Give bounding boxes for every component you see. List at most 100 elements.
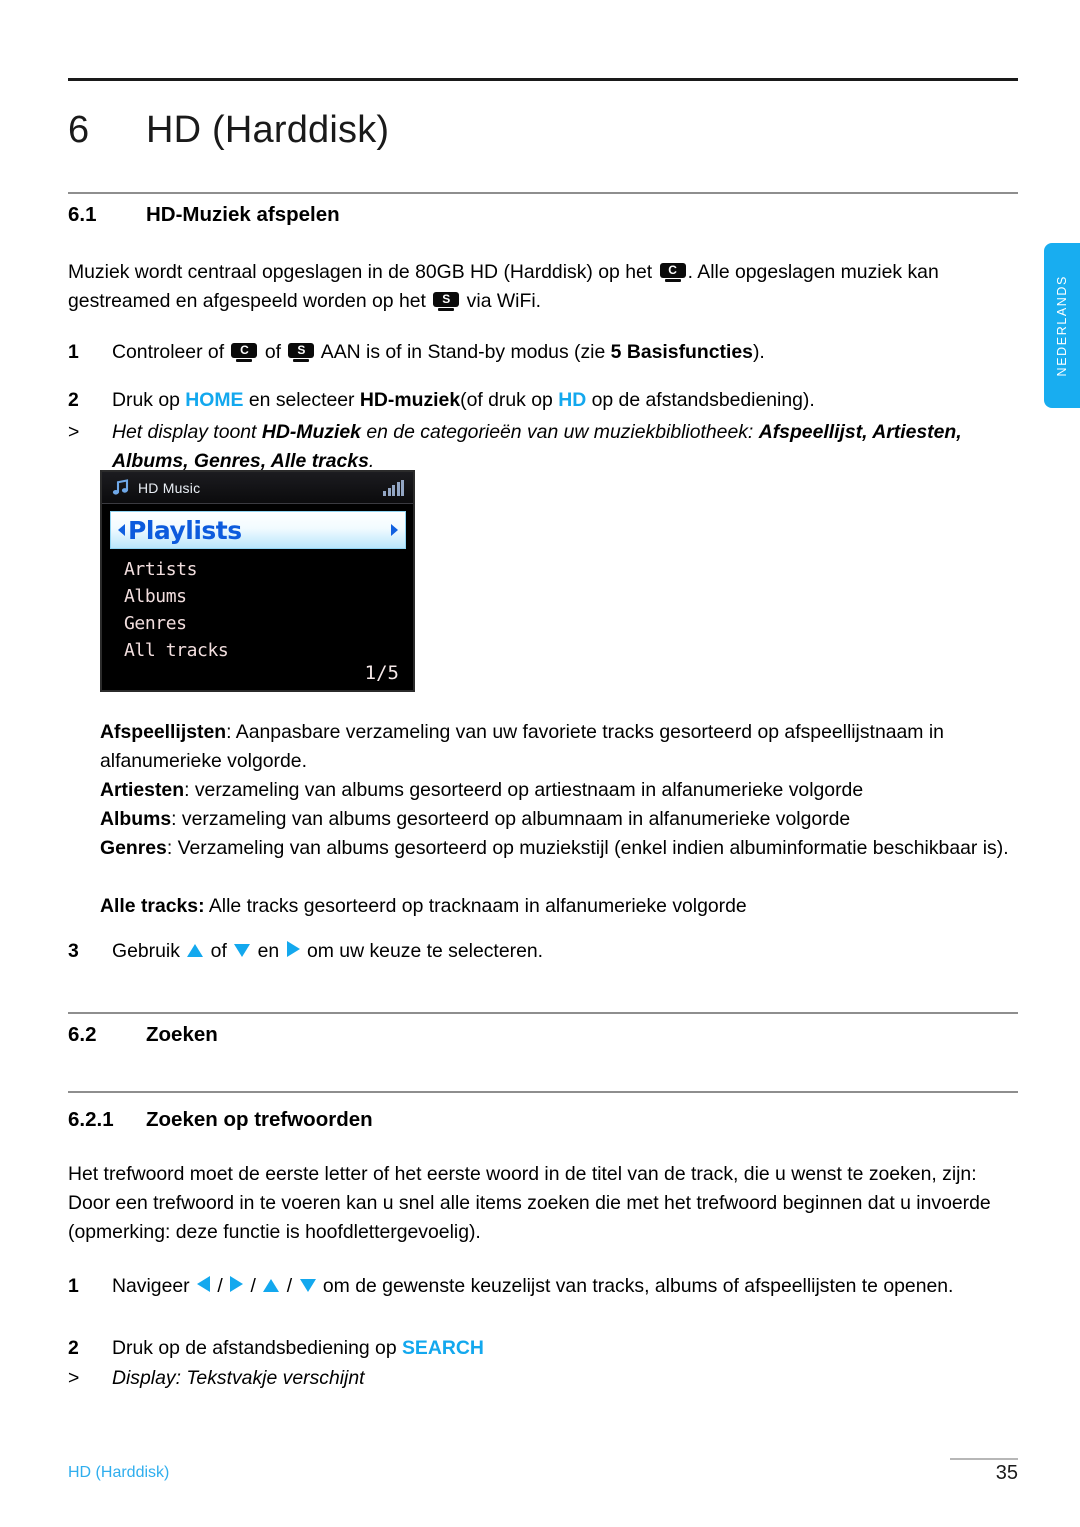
device-list: Artists Albums Genres All tracks (124, 556, 394, 664)
chevron-right-icon (391, 524, 398, 536)
note-1-text-a: Het display toont (112, 421, 262, 443)
step-2-marker: 2 (68, 389, 79, 411)
search-step-1-body: Navigeer / / / om de gewenste keuzelijst… (112, 1272, 1018, 1301)
section-heading-61: 6.1 HD-Muziek afspelen (68, 203, 1018, 227)
search-step-1: 1 Navigeer / / / om de gewenste keuzelij… (68, 1272, 1018, 1301)
search-step-2: 2 Druk op de afstandsbediening op SEARCH (68, 1334, 1018, 1363)
step-3-marker: 3 (68, 940, 79, 962)
arrow-up-icon (263, 1279, 280, 1292)
definition-artiesten: Artiesten: verzameling van albums gesort… (100, 776, 1018, 805)
chapter-number: 6 (68, 108, 90, 151)
step-3-text-c: en (252, 940, 285, 962)
search-step-1-marker: 1 (68, 1275, 79, 1297)
definition-sep: : (226, 721, 236, 743)
badge-stand (236, 359, 253, 362)
definition-term: Artiesten (100, 779, 185, 801)
note-1: > Het display toont HD-Muziek en de cate… (68, 418, 1018, 476)
step-2-text-d: op de afstandsbediening). (586, 389, 815, 411)
section-heading-621: 6.2.1 Zoeken op trefwoorden (68, 1108, 1018, 1132)
badge-stand (438, 308, 455, 311)
note-2-text: Display: Tekstvakje verschijnt (112, 1367, 365, 1389)
definition-line: Genres: Verzameling van albums gesorteer… (100, 834, 1018, 863)
language-tab-nederlands[interactable]: NEDERLANDS (1044, 243, 1080, 408)
list-item[interactable]: Genres (124, 610, 394, 637)
chapter-title: HD (Harddisk) (146, 108, 390, 151)
badge-stand (293, 359, 310, 362)
section-rule-61 (68, 192, 1018, 194)
definition-alle-tracks: Alle tracks: Alle tracks gesorteerd op t… (100, 892, 1018, 921)
step-2-text-a: Druk op (112, 389, 186, 411)
section-heading-62: 6.2 Zoeken (68, 1023, 1018, 1047)
definition-term: Afspeellijsten (100, 721, 227, 743)
definition-albums: Albums: verzameling van albums gesorteer… (100, 805, 1018, 834)
search-step-2-text-a: Druk op de afstandsbediening op (112, 1337, 402, 1359)
note-1-body: Het display toont HD-Muziek en de catego… (112, 418, 1018, 476)
step-3-text-a: Gebruik (112, 940, 186, 962)
device-selected-row[interactable]: Playlists (110, 511, 406, 549)
step-1-body: Controleer of C of S AAN is of in Stand-… (112, 338, 1018, 367)
device-screen-image: HD Music Playlists Artists Albums Genres… (100, 470, 415, 692)
center-badge-letter: C (659, 263, 686, 278)
arrow-right-icon (230, 1276, 244, 1292)
definition-genres: Genres: Verzameling van albums gesorteer… (100, 834, 1018, 863)
intro-text-c: via WiFi. (461, 290, 542, 312)
chevron-left-icon (118, 524, 125, 536)
sep-2: / (245, 1275, 262, 1297)
step-1-text-a: Controleer of (112, 341, 230, 363)
step-1-bold: 5 Basisfuncties (610, 341, 753, 363)
note-1-marker: > (68, 421, 80, 443)
note-2-body: Display: Tekstvakje verschijnt (112, 1364, 1018, 1393)
hd-key-label: HD (558, 389, 587, 411)
definition-sep: : (171, 808, 182, 830)
step-3-text-d: om uw keuze te selecteren. (301, 940, 544, 962)
section-rule-62 (68, 1012, 1018, 1014)
arrow-down-icon (299, 1279, 316, 1292)
note-1-text-c: . (368, 450, 375, 472)
arrow-left-icon (197, 1276, 210, 1292)
definition-desc: verzameling van albums gesorteerd op alb… (181, 808, 851, 830)
music-note-icon (111, 478, 130, 497)
note-2-marker: > (68, 1367, 80, 1389)
footer-page-number: 35 (995, 1462, 1018, 1484)
section-number-621: 6.2.1 (68, 1108, 114, 1131)
manual-page: 6 HD (Harddisk) 6.1 HD-Muziek afspelen M… (0, 0, 1080, 1527)
badge-stand (664, 279, 681, 282)
section-number-62: 6.2 (68, 1023, 97, 1046)
home-key-label: HOME (185, 389, 244, 411)
note-2: > Display: Tekstvakje verschijnt (68, 1364, 1018, 1393)
definition-desc: Alle tracks gesorteerd op tracknaam in a… (208, 895, 747, 917)
definition-term: Genres (100, 837, 167, 859)
step-2: 2 Druk op HOME en selecteer HD-muziek(of… (68, 386, 1018, 415)
language-tab-label: NEDERLANDS (1055, 274, 1069, 377)
arrow-down-icon (234, 944, 251, 957)
list-item[interactable]: Albums (124, 583, 394, 610)
definition-line: Albums: verzameling van albums gesorteer… (100, 805, 1018, 834)
station-badge-letter: S (433, 292, 460, 307)
intro-paragraph: Muziek wordt centraal opgeslagen in de 8… (68, 258, 1018, 316)
keyword-paragraph: Het trefwoord moet de eerste letter of h… (68, 1163, 991, 1243)
step-3: 3 Gebruik of en om uw keuze te selectere… (68, 937, 1018, 966)
station-badge-icon: S (288, 343, 315, 362)
center-badge-icon: C (659, 263, 686, 282)
section-title-621: Zoeken op trefwoorden (146, 1108, 373, 1131)
step-2-body: Druk op HOME en selecteer HD-muziek(of d… (112, 386, 1018, 415)
step-2-text-c: (of druk op (460, 389, 559, 411)
arrow-up-icon (187, 944, 204, 957)
center-badge-letter: C (231, 343, 258, 358)
search-step-1-text-b: om de gewenste keuzelijst van tracks, al… (317, 1275, 954, 1297)
list-item[interactable]: All tracks (124, 637, 394, 664)
step-1-text-b: of (259, 341, 287, 363)
signal-bars-icon (383, 479, 404, 496)
center-badge-icon: C (231, 343, 258, 362)
note-1-bold-1: HD-Muziek (261, 421, 361, 443)
definition-line: Afspeellijsten: Aanpasbare verzameling v… (100, 718, 1018, 776)
step-2-text-b: en selecteer (243, 389, 360, 411)
definition-term: Albums (100, 808, 172, 830)
sep-1: / (212, 1275, 229, 1297)
device-page-indicator: 1/5 (364, 662, 399, 684)
device-selected-label: Playlists (128, 515, 242, 545)
station-badge-icon: S (433, 292, 460, 311)
step-1-marker: 1 (68, 341, 79, 363)
list-item[interactable]: Artists (124, 556, 394, 583)
definition-term: Alle tracks: (100, 895, 205, 917)
